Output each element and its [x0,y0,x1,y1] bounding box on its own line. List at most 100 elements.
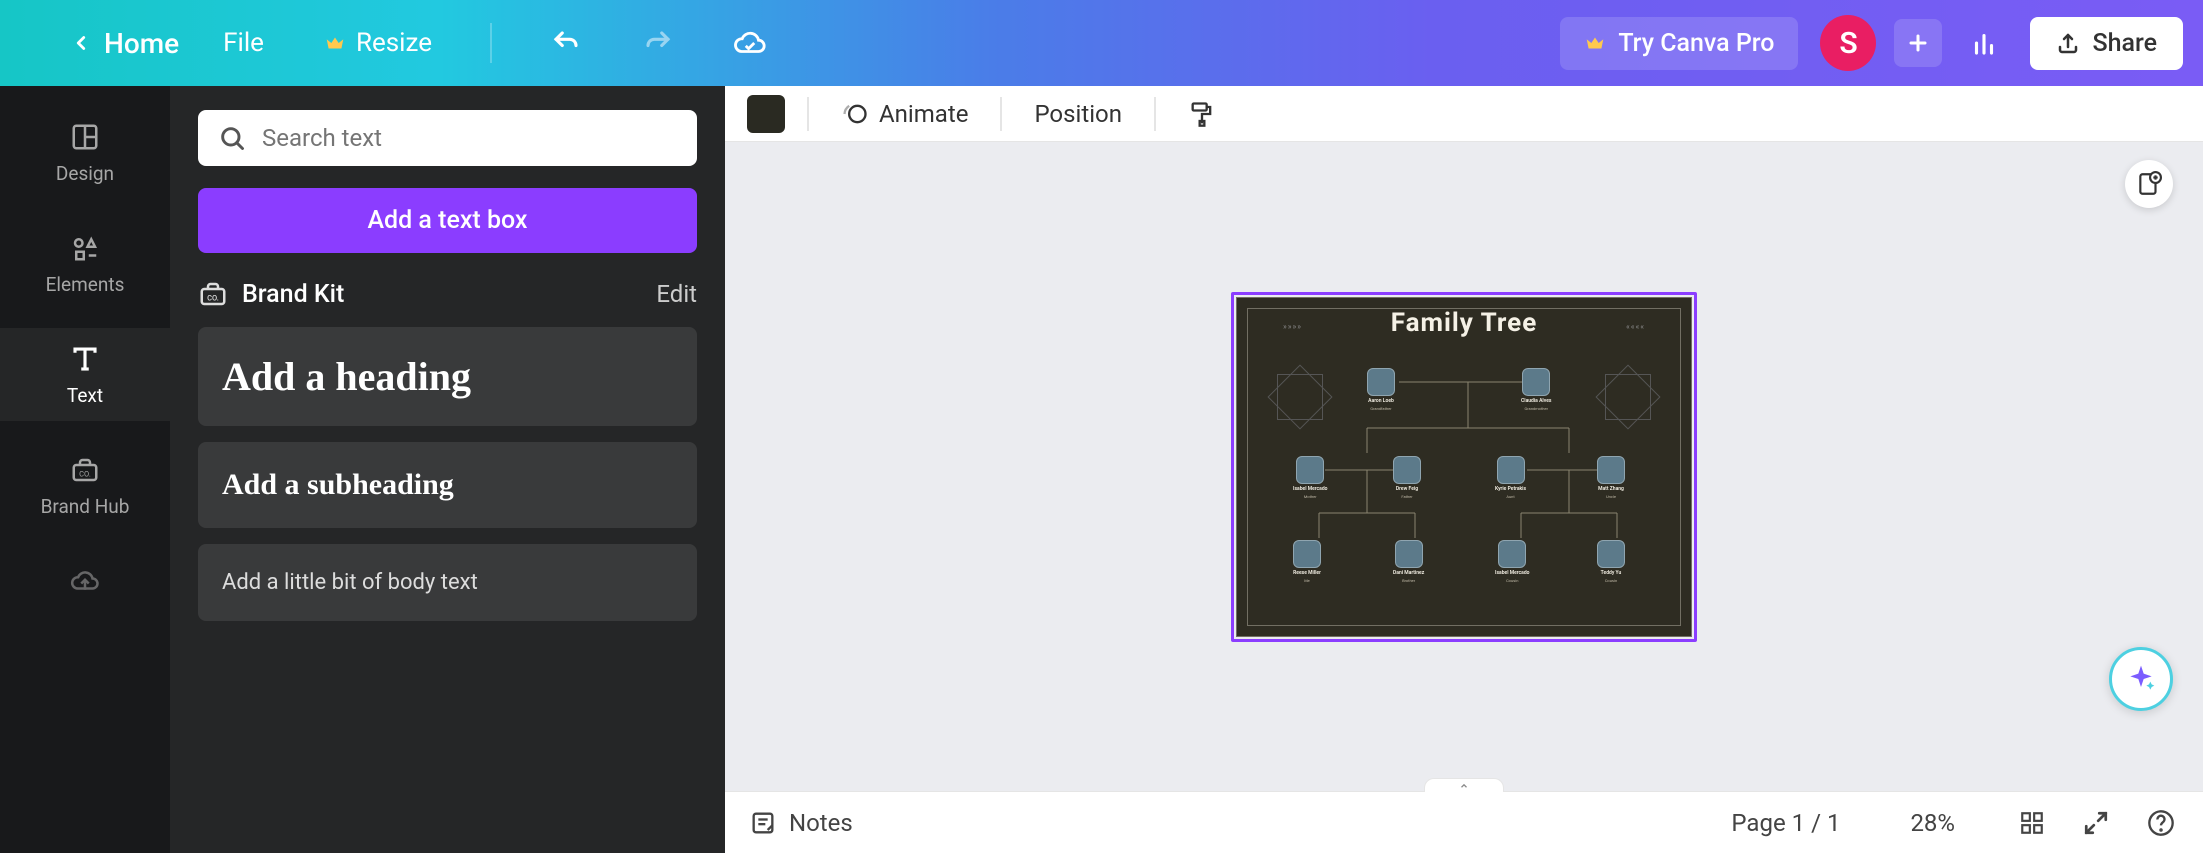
tree-node[interactable]: Claudia Alves Grandmother [1521,368,1551,411]
rail-item-text[interactable]: Text [0,328,170,421]
person-relation: Cousin [1506,578,1518,583]
text-panel: Add a text box CO. Brand Kit Edit Add a … [170,86,725,853]
person-name: Isabel Mercado [1495,570,1530,576]
notes-label: Notes [789,809,853,837]
rail-item-design[interactable]: Design [0,106,170,199]
search-input-wrapper[interactable] [198,110,697,166]
magic-assist-button[interactable] [2109,647,2173,711]
chevron-left-icon [70,32,92,54]
add-page-icon [2136,171,2162,197]
position-label: Position [1034,100,1122,128]
fill-color-button[interactable] [747,95,785,133]
tree-node[interactable]: Teddy Yu Cousin [1597,540,1625,583]
design-canvas[interactable]: Family Tree »»»» «««« [1236,297,1692,637]
insights-button[interactable] [1960,19,2008,67]
tree-node[interactable]: Matt Zhang Uncle [1597,456,1625,499]
person-name: Matt Zhang [1598,486,1624,492]
add-heading-button[interactable]: Add a heading [198,327,697,426]
avatar[interactable]: S [1820,15,1876,71]
tree-node[interactable]: Reese Miller Me [1293,540,1321,583]
home-button[interactable]: Home [70,27,179,60]
cloud-upload-icon [70,566,100,596]
help-button[interactable] [2143,805,2179,841]
left-rail: Design Elements Text CO. Brand Hub [0,86,170,853]
context-toolbar: Animate Position [725,86,2203,142]
person-relation: Brother [1402,578,1415,583]
rail-label: Design [56,162,114,185]
add-member-button[interactable] [1894,19,1942,67]
person-relation: Cousin [1605,578,1617,583]
tree-node[interactable]: Drew Feig Father [1393,456,1421,499]
rail-item-elements[interactable]: Elements [0,217,170,310]
sparkle-icon [2125,663,2157,695]
person-relation: Aunt [1506,494,1514,499]
add-body-text-button[interactable]: Add a little bit of body text [198,544,697,621]
person-name: Kyrie Petrakis [1495,486,1526,492]
person-name: Claudia Alves [1521,398,1551,404]
animate-button[interactable]: Animate [831,94,978,134]
crown-icon [324,32,346,54]
help-icon [2147,809,2175,837]
canvas-area: Animate Position Family Tr [725,86,2203,853]
person-name: Dani Martinez [1393,570,1424,576]
person-relation: Grandfather [1370,406,1391,411]
person-relation: Uncle [1606,494,1616,499]
search-icon [218,124,246,152]
person-relation: Me [1304,578,1310,583]
tree-node[interactable]: Kyrie Petrakis Aunt [1495,456,1526,499]
avatar-thumb [1293,540,1321,568]
tree-node[interactable]: Isabel Mercado Cousin [1495,540,1530,583]
brand-kit-edit-button[interactable]: Edit [656,280,697,308]
canvas-stage[interactable]: Family Tree »»»» «««« [725,142,2203,791]
format-painter-button[interactable] [1178,94,1226,134]
share-label: Share [2092,29,2157,58]
animate-icon [841,100,869,128]
paint-roller-icon [1188,100,1216,128]
expand-pages-button[interactable] [1424,778,1504,792]
add-text-box-button[interactable]: Add a text box [198,188,697,253]
notes-icon [749,809,777,837]
search-input[interactable] [262,124,677,152]
grid-view-button[interactable] [2015,806,2049,840]
share-button[interactable]: Share [2030,17,2183,70]
briefcase-icon: CO. [70,455,100,485]
divider [807,97,809,131]
try-pro-label: Try Canva Pro [1618,29,1774,58]
redo-icon [643,28,673,58]
rail-item-uploads[interactable] [0,550,170,612]
expand-icon [2083,810,2109,836]
add-subheading-button[interactable]: Add a subheading [198,442,697,528]
notes-button[interactable]: Notes [749,809,853,837]
svg-text:CO.: CO. [207,293,219,302]
fullscreen-button[interactable] [2079,806,2113,840]
file-menu[interactable]: File [207,20,280,66]
avatar-thumb [1367,368,1395,396]
rail-item-brand-hub[interactable]: CO. Brand Hub [0,439,170,532]
crown-icon [1584,32,1606,54]
tree-node[interactable]: Isabel Mercado Mother [1293,456,1328,499]
undo-button[interactable] [542,19,590,67]
rail-label: Brand Hub [41,495,130,518]
home-label: Home [104,27,179,60]
layout-icon [70,122,100,152]
redo-button[interactable] [634,19,682,67]
tree-node[interactable]: Dani Martinez Brother [1393,540,1424,583]
chevron-up-icon [1457,781,1471,791]
text-icon [70,344,100,374]
design-selection[interactable]: Family Tree »»»» «««« [1231,292,1697,642]
bar-chart-icon [1969,28,1999,58]
zoom-indicator[interactable]: 28% [1910,809,1955,837]
avatar-thumb [1296,456,1324,484]
try-pro-button[interactable]: Try Canva Pro [1560,17,1798,70]
resize-menu[interactable]: Resize [308,20,448,66]
brand-kit-label: Brand Kit [242,280,344,309]
position-button[interactable]: Position [1024,94,1132,134]
person-name: Drew Feig [1396,486,1418,492]
divider [1154,97,1156,131]
tree-node[interactable]: Aaron Loeb Grandfather [1367,368,1395,411]
resize-label: Resize [356,28,432,58]
avatar-thumb [1497,456,1525,484]
page-indicator[interactable]: Page 1 / 1 [1731,809,1840,837]
cloud-sync-button[interactable] [726,19,774,67]
add-page-button[interactable] [2125,160,2173,208]
